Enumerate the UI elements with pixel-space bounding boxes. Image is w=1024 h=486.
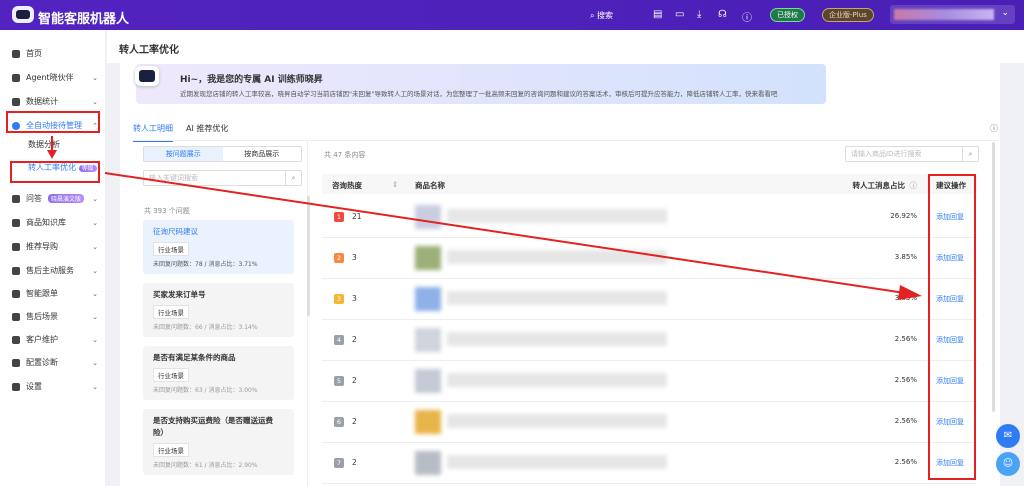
robot-assistant-button[interactable]: ☺: [996, 452, 1020, 476]
chat-float-button[interactable]: ✉: [996, 424, 1020, 448]
annotation-arrows: [47, 136, 922, 300]
